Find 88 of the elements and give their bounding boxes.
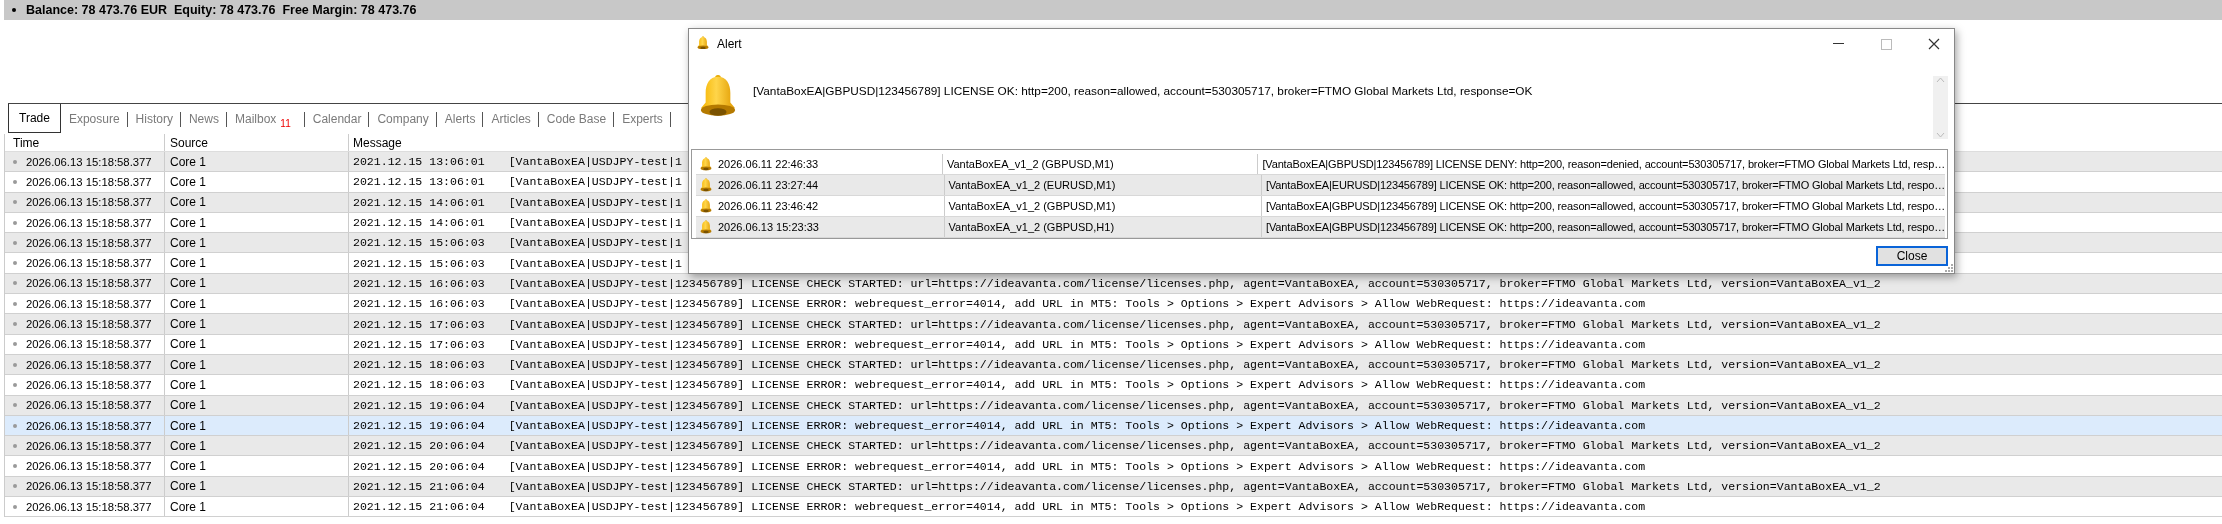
message-date: 2021.12.15 20:06:04: [353, 459, 485, 473]
account-summary: Balance: 78 473.76 EUR Equity: 78 473.76 Free Margin: 78 473.76: [26, 3, 417, 17]
source-cell: Core 1: [170, 215, 207, 230]
time-cell: 2026.06.13 15:18:58.377: [26, 358, 152, 371]
time-cell: 2026.06.13 15:18:58.377: [26, 439, 152, 452]
alert-time: 2026.06.11 22:46:33: [718, 158, 819, 170]
message-text: [VantaBoxEA|USDJPY-test|123456789] LICENSE ERROR: webrequest_error=4014, add URL in MT5: Tools > Options > Expert Advisors > Allow WebRequest: https://ideavanta.com: [508, 459, 1646, 473]
alert-text: [VantaBoxEA|EURUSD|123456789] LICENSE OK: http=200, reason=allowed, account=530305717, broker=FTMO Global Markets Ltd, respo…: [1265, 179, 1945, 191]
message-date: 2021.12.15 17:06:03: [353, 317, 485, 331]
message-date: 2021.12.15 18:06:03: [353, 358, 485, 372]
window-title: Alert: [717, 37, 742, 51]
message-text: [VantaBoxEA|USDJPY-test|123456789] LICENSE CHECK STARTED: url=https://ideavanta.com/license/licenses.php, agent=VantaBoxEA, account=530305717, broker=FTMO Global Markets Ltd, version=VantaBoxEA_v1_2: [508, 439, 1881, 453]
message-text: [VantaBoxEA|USDJPY-test|1: [508, 155, 682, 169]
message-text: [VantaBoxEA|USDJPY-test|123456789] LICENSE CHECK STARTED: url=https://ideavanta.com/license/licenses.php, agent=VantaBoxEA, account=530305717, broker=FTMO Global Markets Ltd, version=VantaBoxEA_v1_2: [508, 479, 1881, 493]
source-cell: Core 1: [170, 499, 207, 514]
time-cell: 2026.06.13 15:18:58.377: [26, 155, 152, 168]
alert-text: [VantaBoxEA|GBPUSD|123456789] LICENSE OK: http=200, reason=allowed, account=530305717, broker=FTMO Global Markets Ltd, respo…: [1265, 221, 1945, 233]
message-text: [VantaBoxEA|USDJPY-test|1: [508, 216, 682, 230]
message-date: 2021.12.15 13:06:01: [353, 155, 485, 169]
message-text: [VantaBoxEA|USDJPY-test|123456789] LICENSE CHECK STARTED: url=https://ideavanta.com/license/licenses.php, agent=VantaBoxEA, account=530305717, broker=FTMO Global Markets Ltd, version=VantaBoxEA_v1_2: [508, 276, 1881, 290]
alert-text: [VantaBoxEA|GBPUSD|123456789] LICENSE DENY: http=200, reason=denied, account=530305717, broker=FTMO Global Markets Ltd, resp…: [1261, 158, 1945, 170]
alert-message: [VantaBoxEA|GBPUSD|123456789] LICENSE OK: http=200, reason=allowed, account=530305717, broker=FTMO Global Markets Ltd, response=OK: [753, 83, 1534, 100]
message-text: [VantaBoxEA|USDJPY-test|123456789] LICENSE ERROR: webrequest_error=4014, add URL in MT5: Tools > Options > Expert Advisors > Allow WebRequest: https://ideavanta.com: [508, 297, 1646, 311]
alert-time: 2026.06.11 23:27:44: [718, 179, 819, 191]
time-cell: 2026.06.13 15:18:58.377: [26, 318, 152, 330]
time-cell: 2026.06.13 15:18:58.377: [26, 419, 152, 432]
source-cell: Core 1: [170, 459, 207, 474]
message-date: 2021.12.15 20:06:04: [353, 439, 485, 453]
unread-count: 11: [280, 118, 291, 129]
message-date: 2021.12.15 13:06:01: [353, 175, 485, 189]
time-cell: 2026.06.13 15:18:58.377: [26, 378, 152, 391]
source-cell: Core 1: [170, 154, 207, 169]
source-cell: Core 1: [170, 195, 207, 210]
message-date: 2021.12.15 15:06:03: [353, 256, 485, 270]
message-date: 2021.12.15 21:06:04: [353, 479, 485, 493]
time-cell: 2026.06.13 15:18:58.377: [26, 338, 152, 351]
message-text: [VantaBoxEA|USDJPY-test|123456789] LICENSE ERROR: webrequest_error=4014, add URL in MT5: Tools > Options > Expert Advisors > Allow WebRequest: https://ideavanta.com: [508, 500, 1646, 514]
expert-name: VantaBoxEA_v1_2 (GBPUSD,H1): [948, 221, 1115, 233]
message-text: [VantaBoxEA|USDJPY-test|1: [508, 175, 682, 189]
source-cell: Core 1: [170, 235, 207, 250]
message-date: 2021.12.15 14:06:01: [353, 216, 485, 230]
message-date: 2021.12.15 14:06:01: [353, 195, 485, 209]
source-cell: Core 1: [170, 438, 207, 453]
alert-time: 2026.06.11 23:46:42: [718, 200, 819, 212]
source-cell: Core 1: [170, 479, 207, 494]
time-cell: 2026.06.13 15:18:58.377: [26, 236, 152, 249]
source-cell: Core 1: [170, 276, 207, 291]
time-cell: 2026.06.13 15:18:58.377: [26, 277, 152, 290]
message-text: [VantaBoxEA|USDJPY-test|123456789] LICENSE ERROR: webrequest_error=4014, add URL in MT5: Tools > Options > Expert Advisors > Allow WebRequest: https://ideavanta.com: [508, 419, 1646, 432]
time-cell: 2026.06.13 15:18:58.377: [26, 500, 152, 513]
expert-name: VantaBoxEA_v1_2 (GBPUSD,M1): [947, 158, 1114, 170]
source-cell: Core 1: [170, 377, 207, 392]
message-date: 2021.12.15 19:06:04: [353, 398, 485, 412]
time-cell: 2026.06.13 15:18:58.377: [26, 216, 152, 229]
time-cell: 2026.06.13 15:18:58.377: [26, 460, 152, 473]
message-text: [VantaBoxEA|USDJPY-test|123456789] LICENSE CHECK STARTED: url=https://ideavanta.com/license/licenses.php, agent=VantaBoxEA, account=530305717, broker=FTMO Global Markets Ltd, version=VantaBoxEA_v1_2: [508, 317, 1881, 331]
time-cell: 2026.06.13 15:18:58.377: [26, 399, 152, 412]
source-cell: Core 1: [170, 256, 207, 271]
time-cell: 2026.06.13 15:18:58.377: [26, 257, 152, 270]
message-date: 2021.12.15 19:06:04: [353, 419, 485, 432]
message-text: [VantaBoxEA|USDJPY-test|1: [508, 236, 682, 250]
time-cell: 2026.06.13 15:18:58.377: [26, 175, 152, 188]
message-date: 2021.12.15 16:06:03: [353, 276, 485, 290]
time-cell: 2026.06.13 15:18:58.377: [26, 480, 152, 493]
source-cell: Core 1: [170, 337, 207, 352]
source-cell: Core 1: [170, 398, 207, 413]
message-text: [VantaBoxEA|USDJPY-test|123456789] LICENSE CHECK STARTED: url=https://ideavanta.com/license/licenses.php, agent=VantaBoxEA, account=530305717, broker=FTMO Global Markets Ltd, version=VantaBoxEA_v1_2: [508, 358, 1881, 372]
message-date: 2021.12.15 15:06:03: [353, 236, 485, 250]
alert-text: [VantaBoxEA|GBPUSD|123456789] LICENSE OK: http=200, reason=allowed, account=530305717, broker=FTMO Global Markets Ltd, respo…: [1265, 200, 1945, 212]
source-cell: Core 1: [170, 357, 207, 372]
message-text: [VantaBoxEA|USDJPY-test|1: [508, 195, 682, 209]
time-cell: 2026.06.13 15:18:58.377: [26, 297, 152, 310]
expert-name: VantaBoxEA_v1_2 (GBPUSD,M1): [948, 200, 1116, 212]
source-cell: Core 1: [170, 296, 207, 311]
message-text: [VantaBoxEA|USDJPY-test|123456789] LICENSE ERROR: webrequest_error=4014, add URL in MT5: Tools > Options > Expert Advisors > Allow WebRequest: https://ideavanta.com: [508, 378, 1646, 392]
expert-name: VantaBoxEA_v1_2 (EURUSD,M1): [948, 179, 1116, 191]
time-cell: 2026.06.13 15:18:58.377: [26, 196, 152, 209]
source-cell: Core 1: [170, 174, 207, 189]
message-date: 2021.12.15 17:06:03: [353, 337, 485, 351]
message-date: 2021.12.15 18:06:03: [353, 378, 485, 392]
message-text: [VantaBoxEA|USDJPY-test|123456789] LICENSE CHECK STARTED: url=https://ideavanta.com/license/licenses.php, agent=VantaBoxEA, account=530305717, broker=FTMO Global Markets Ltd, version=VantaBoxEA_v1_2: [508, 398, 1881, 412]
message-text: [VantaBoxEA|USDJPY-test|123456789] LICENSE ERROR: webrequest_error=4014, add URL in MT5: Tools > Options > Expert Advisors > Allow WebRequest: https://ideavanta.com: [508, 337, 1646, 351]
message-date: 2021.12.15 16:06:03: [353, 297, 485, 311]
source-cell: Core 1: [170, 317, 207, 331]
source-cell: Core 1: [170, 418, 207, 433]
alert-time: 2026.06.13 15:23:33: [718, 221, 819, 233]
message-text: [VantaBoxEA|USDJPY-test|1: [508, 256, 682, 270]
message-date: 2021.12.15 21:06:04: [353, 500, 485, 514]
